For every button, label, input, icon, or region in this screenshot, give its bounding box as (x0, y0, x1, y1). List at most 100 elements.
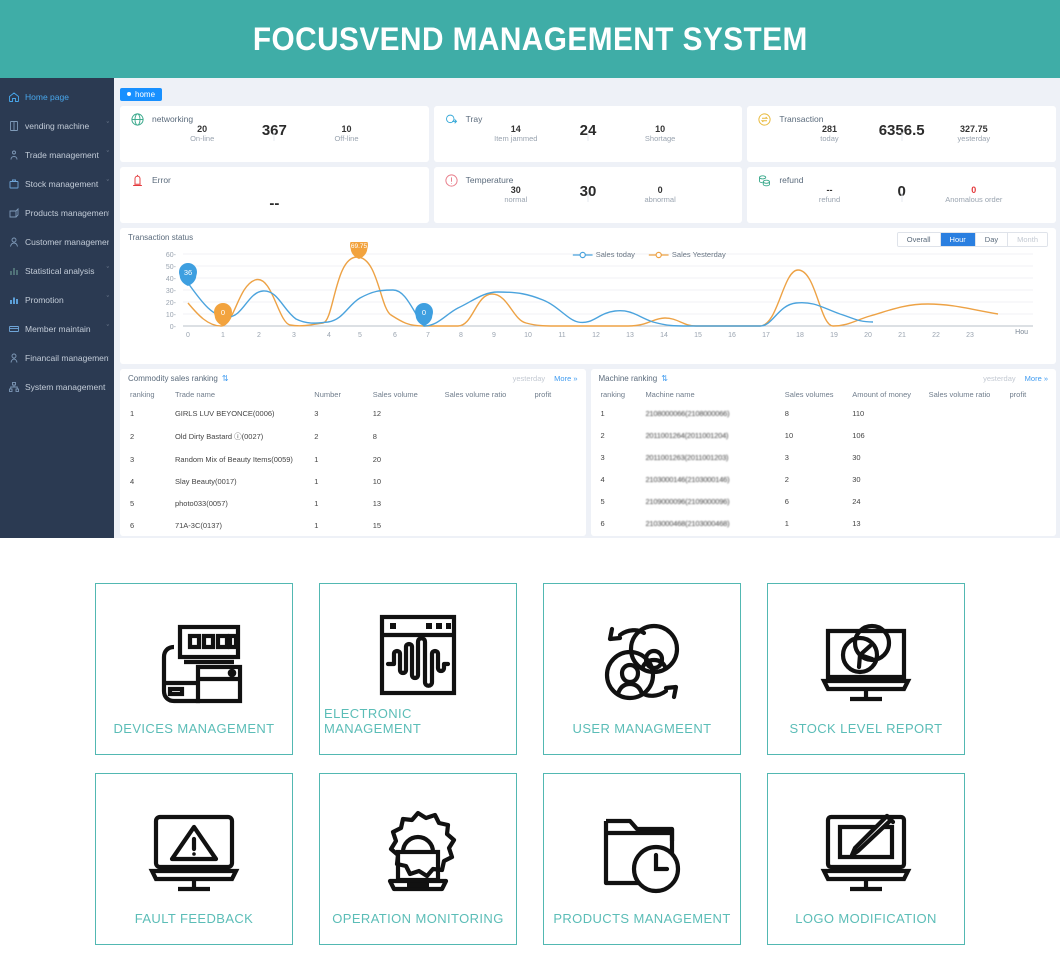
stat-left-metric: 14 Item jammed (468, 124, 563, 143)
table-row[interactable]: 3 2011001263(2011001203) 3 30 (599, 447, 1049, 469)
col-profit: profit (1009, 389, 1027, 399)
chevron-down-icon: ˇ (106, 325, 109, 332)
sidebar-item-promotion[interactable]: Promotion ˇ (0, 285, 114, 314)
sidebar-item-label: Member maintain (25, 323, 91, 334)
svg-text:60-: 60- (166, 252, 177, 259)
more-link[interactable]: More » (554, 374, 577, 383)
machine-panel-actions: yesterday More » (983, 374, 1048, 383)
sidebar-item-statistical-analysis[interactable]: Statistical analysis ˇ (0, 256, 114, 285)
breadcrumb[interactable]: home (120, 87, 163, 101)
table-row[interactable]: 3 Random Mix of Beauty Items(0059) 1 20 (128, 449, 578, 471)
stat-left-label: normal (504, 194, 528, 204)
stat-left-metric: 20 On-line (155, 124, 250, 143)
cell-machine-name: 2103000146(2103000146) (645, 475, 730, 484)
cell-ranking: 5 (600, 497, 605, 506)
tab-overall[interactable]: Overall (897, 232, 941, 246)
svg-text:0-: 0- (170, 324, 177, 331)
table-row[interactable]: 6 71A-3C(0137) 1 15 (128, 515, 578, 537)
chart-annotation-pin: 69.75 (350, 241, 368, 259)
tile-logo-modification[interactable]: LOGO MODIFICATION (767, 773, 965, 945)
tile-electronic-management[interactable]: ELECTRONIC MANAGEMENT (319, 583, 517, 755)
sort-icon[interactable]: ⇅ (222, 374, 229, 383)
chevron-down-icon: ˇ (106, 180, 109, 187)
stat-right-label: abnormal (644, 194, 676, 204)
more-link[interactable]: More » (1025, 374, 1048, 383)
legend-item-sales-yesterday[interactable]: Sales Yesterday (648, 250, 726, 259)
stat-divider (587, 131, 589, 141)
stat-card-body: 30 30 normal 0 abnormal (444, 183, 733, 204)
stat-card-networking[interactable]: networking 367 20 On-line 10 Off-line (120, 105, 429, 162)
cell-amount: 30 (852, 453, 861, 462)
tile-label: LOGO MODIFICATION (795, 911, 937, 926)
sidebar-item-system-management[interactable]: System management (0, 372, 114, 401)
commodity-panel-title: Commodity sales ranking (128, 373, 218, 383)
chart-range-tabs[interactable]: Overall Hour Day Month (896, 231, 1048, 247)
stat-card-temperature[interactable]: Temperature 30 30 normal 0 abnormal (433, 166, 743, 223)
cell-trade-name: 71A-3C(0137) (174, 521, 223, 530)
stat-left-metric: -- refund (782, 185, 877, 204)
table-row[interactable]: 1 2108000066(2108000066) 8 110 (599, 403, 1049, 425)
sidebar-item-vending-machine[interactable]: vending machine ˇ (0, 111, 114, 140)
tab-day[interactable]: Day (975, 232, 1009, 246)
stat-card-error[interactable]: Error -- (120, 166, 429, 223)
cell-profit (1008, 403, 1048, 425)
table-row[interactable]: 6 2103000468(2103000468) 1 13 (599, 513, 1049, 535)
cell-profit (533, 403, 578, 425)
monitor-warning-icon (142, 794, 246, 911)
cell-number: 2 (314, 432, 319, 441)
sidebar-item-financail-management[interactable]: Financail management (0, 343, 114, 372)
stat-right-label: yesterday (957, 133, 991, 143)
tile-stock-level-report[interactable]: STOCK LEVEL REPORT (767, 583, 965, 755)
table-row[interactable]: 2 Old Dirty Bastard ⓘ(0027) 2 8 (128, 425, 578, 449)
sidebar-item-label: vending machine (25, 120, 90, 131)
sidebar-item-customer-management[interactable]: Customer management (0, 227, 114, 256)
stat-left-value: 30 (510, 184, 521, 195)
table-row[interactable]: 5 2109000096(2109000096) 6 24 (599, 491, 1049, 513)
table-row[interactable]: 1 GIRLS LUV BEYONCE(0006) 3 12 (128, 403, 578, 425)
monitor-brush-icon (814, 794, 918, 911)
table-row[interactable]: 4 2103000146(2103000146) 2 30 (599, 469, 1049, 491)
tile-devices-management[interactable]: DEVICES MANAGEMENT (95, 583, 293, 755)
tab-month[interactable]: Month (1008, 232, 1047, 246)
sidebar-item-trade-management[interactable]: Trade management ˇ (0, 140, 114, 169)
stat-card-body: 6356.5 281 today 327.75 yesterday (757, 122, 1046, 143)
tab-hour[interactable]: Hour (940, 232, 976, 246)
table-row[interactable]: 2 2011001264(2011001204) 10 106 (599, 425, 1049, 447)
stat-card-tray[interactable]: Tray 24 14 Item jammed 10 Shortage (433, 105, 743, 162)
table-row[interactable]: 5 photo033(0057) 1 13 (128, 493, 578, 515)
tile-label: ELECTRONIC MANAGEMENT (324, 706, 422, 736)
breadcrumb-label: home (135, 89, 156, 99)
svg-text:22: 22 (932, 332, 940, 339)
tile-fault-feedback[interactable]: FAULT FEEDBACK (95, 773, 293, 945)
legend-item-sales-today[interactable]: Sales today (572, 250, 635, 259)
svg-text:Hou: Hou (1015, 329, 1028, 336)
cell-ratio (443, 493, 533, 515)
table-row[interactable]: 4 Slay Beauty(0017) 1 10 (128, 471, 578, 493)
svg-text:11: 11 (558, 332, 565, 339)
stat-card-refund[interactable]: refund 0 -- refund 0 Anomalous order (747, 166, 1056, 223)
cell-ranking: 6 (600, 519, 605, 528)
tile-operation-monitoring[interactable]: OPERATION MONITORING (319, 773, 517, 945)
stat-left-metric: 281 today (782, 124, 877, 143)
stat-left-metric: 30 normal (468, 185, 563, 204)
tile-user-managmeent[interactable]: USER MANAGMEENT (543, 583, 741, 755)
stat-card-transaction[interactable]: Transaction 6356.5 281 today 327.75 yest… (747, 105, 1056, 162)
cell-profit (533, 493, 578, 515)
stat-card-title: refund (779, 175, 804, 185)
stat-card-body: 0 -- refund 0 Anomalous order (757, 183, 1046, 204)
sidebar-item-stock-management[interactable]: Stock management ˇ (0, 169, 114, 198)
chevron-down-icon: ˇ (106, 296, 109, 303)
svg-text:5: 5 (358, 332, 362, 339)
col-sales-volumes: Sales volumes (784, 389, 834, 399)
sidebar-item-home-page[interactable]: Home page (0, 82, 114, 111)
sort-icon[interactable]: ⇅ (661, 374, 668, 383)
svg-text:0: 0 (422, 308, 426, 317)
col-sales-volume-ratio: Sales volume ratio (444, 389, 507, 399)
sidebar-item-member-maintain[interactable]: Member maintain ˇ (0, 314, 114, 343)
svg-text:40-: 40- (166, 276, 177, 283)
sidebar: Home page vending machine ˇ Trade manage… (0, 78, 114, 538)
machine-panel-title: Machine ranking (598, 373, 658, 383)
tile-products-management[interactable]: PRODUCTS MANAGEMENT (543, 773, 741, 945)
tile-label: STOCK LEVEL REPORT (789, 721, 943, 736)
sidebar-item-products-management[interactable]: Products management (0, 198, 114, 227)
